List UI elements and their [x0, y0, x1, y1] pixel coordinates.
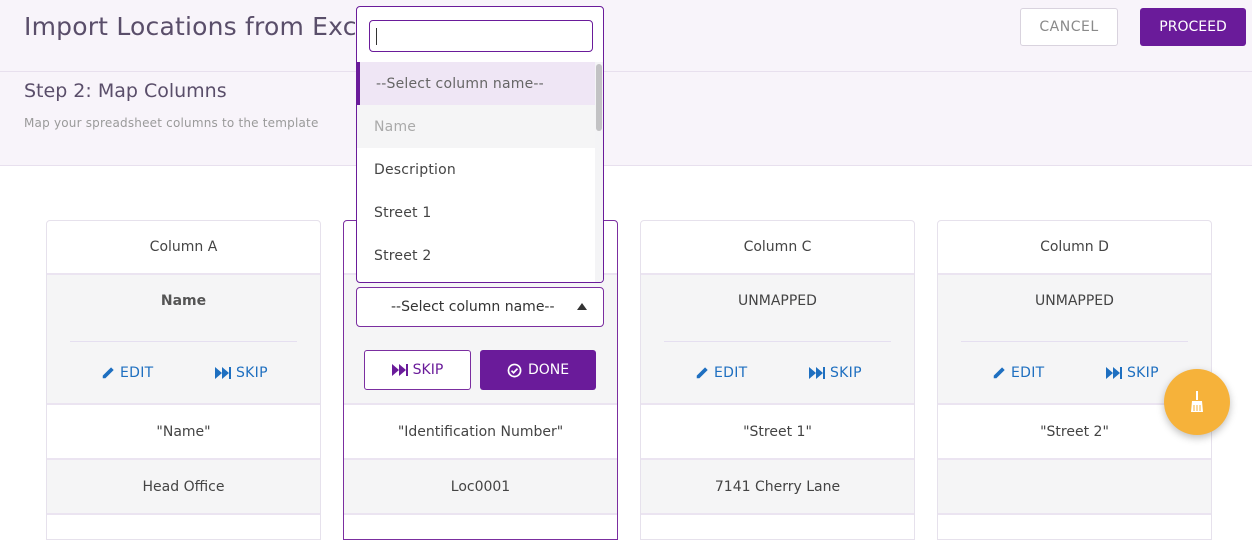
column-mapping: Name EDIT SKIP [47, 275, 320, 405]
clear-fab-button[interactable] [1164, 369, 1230, 435]
pencil-icon [102, 367, 114, 379]
table-cell: "Identification Number" [344, 405, 617, 460]
dropdown-option[interactable]: Description [357, 148, 597, 191]
skip-button[interactable]: SKIP [364, 350, 471, 390]
table-cell: "Name" [47, 405, 320, 460]
skip-label: SKIP [236, 365, 268, 381]
column-header: Column C [641, 221, 914, 275]
divider [70, 341, 297, 342]
edit-label: EDIT [1011, 365, 1045, 381]
column-name-select[interactable]: --Select column name-- [356, 287, 604, 327]
divider [961, 341, 1188, 342]
column-mapping: UNMAPPED EDIT SKIP [641, 275, 914, 405]
table-cell: "Street 1" [641, 405, 914, 460]
skip-label: SKIP [830, 365, 862, 381]
proceed-button[interactable]: PROCEED [1140, 8, 1246, 46]
table-cell [938, 460, 1211, 515]
column-name-dropdown: --Select column name-- Name Description … [356, 6, 604, 283]
done-button[interactable]: DONE [480, 350, 596, 390]
column-card-a: Column A Name EDIT SKIP "Name" Head Offi… [46, 220, 321, 540]
skip-label: SKIP [1127, 365, 1159, 381]
column-mapping: --Select column name-- SKIP DONE [344, 275, 617, 405]
text-cursor [376, 28, 377, 45]
column-card-c: Column C UNMAPPED EDIT SKIP "Street 1" 7… [640, 220, 915, 540]
dropdown-option[interactable]: --Select column name-- [357, 62, 597, 105]
table-cell: Head Office [47, 460, 320, 515]
edit-button[interactable]: EDIT [101, 365, 154, 381]
step-section: Step 2: Map Columns Map your spreadsheet… [0, 72, 1252, 166]
check-circle-icon [507, 363, 522, 377]
dropdown-scroll-thumb[interactable] [596, 64, 602, 131]
dropdown-option: Name [357, 105, 597, 148]
edit-label: EDIT [120, 365, 154, 381]
select-value: --Select column name-- [391, 299, 555, 315]
cancel-button[interactable]: CANCEL [1020, 8, 1118, 46]
skip-button[interactable]: SKIP [215, 365, 268, 381]
skip-button[interactable]: SKIP [809, 365, 862, 381]
table-cell: 7141 Cherry Lane [641, 460, 914, 515]
broom-icon [1191, 391, 1203, 412]
done-label: DONE [527, 362, 570, 378]
skip-forward-icon [809, 367, 825, 379]
skip-forward-icon [215, 367, 231, 379]
dropdown-options: --Select column name-- Name Description … [357, 62, 597, 277]
dropdown-option[interactable]: Street 1 [357, 191, 597, 234]
skip-button[interactable]: SKIP [1106, 365, 1159, 381]
page-header: Import Locations from Excel CANCEL PROCE… [0, 0, 1252, 72]
edit-button[interactable]: EDIT [992, 365, 1045, 381]
dropdown-search-input[interactable] [369, 20, 593, 52]
divider [664, 341, 891, 342]
edit-button[interactable]: EDIT [695, 365, 748, 381]
table-cell: Loc0001 [344, 460, 617, 515]
edit-label: EDIT [714, 365, 748, 381]
skip-forward-icon [391, 364, 408, 376]
pencil-icon [993, 367, 1005, 379]
pencil-icon [696, 367, 708, 379]
step-subtitle: Map your spreadsheet columns to the temp… [24, 116, 319, 130]
caret-up-icon [577, 303, 587, 310]
skip-forward-icon [1106, 367, 1122, 379]
page-title: Import Locations from Excel [24, 12, 380, 41]
mapped-field: UNMAPPED [1035, 293, 1114, 309]
step-title: Step 2: Map Columns [24, 80, 227, 102]
dropdown-option[interactable]: Street 2 [357, 234, 597, 277]
skip-label: SKIP [412, 362, 444, 378]
column-header: Column A [47, 221, 320, 275]
column-header: Column D [938, 221, 1211, 275]
mapped-field: Name [160, 293, 207, 309]
mapped-field: UNMAPPED [738, 293, 817, 309]
